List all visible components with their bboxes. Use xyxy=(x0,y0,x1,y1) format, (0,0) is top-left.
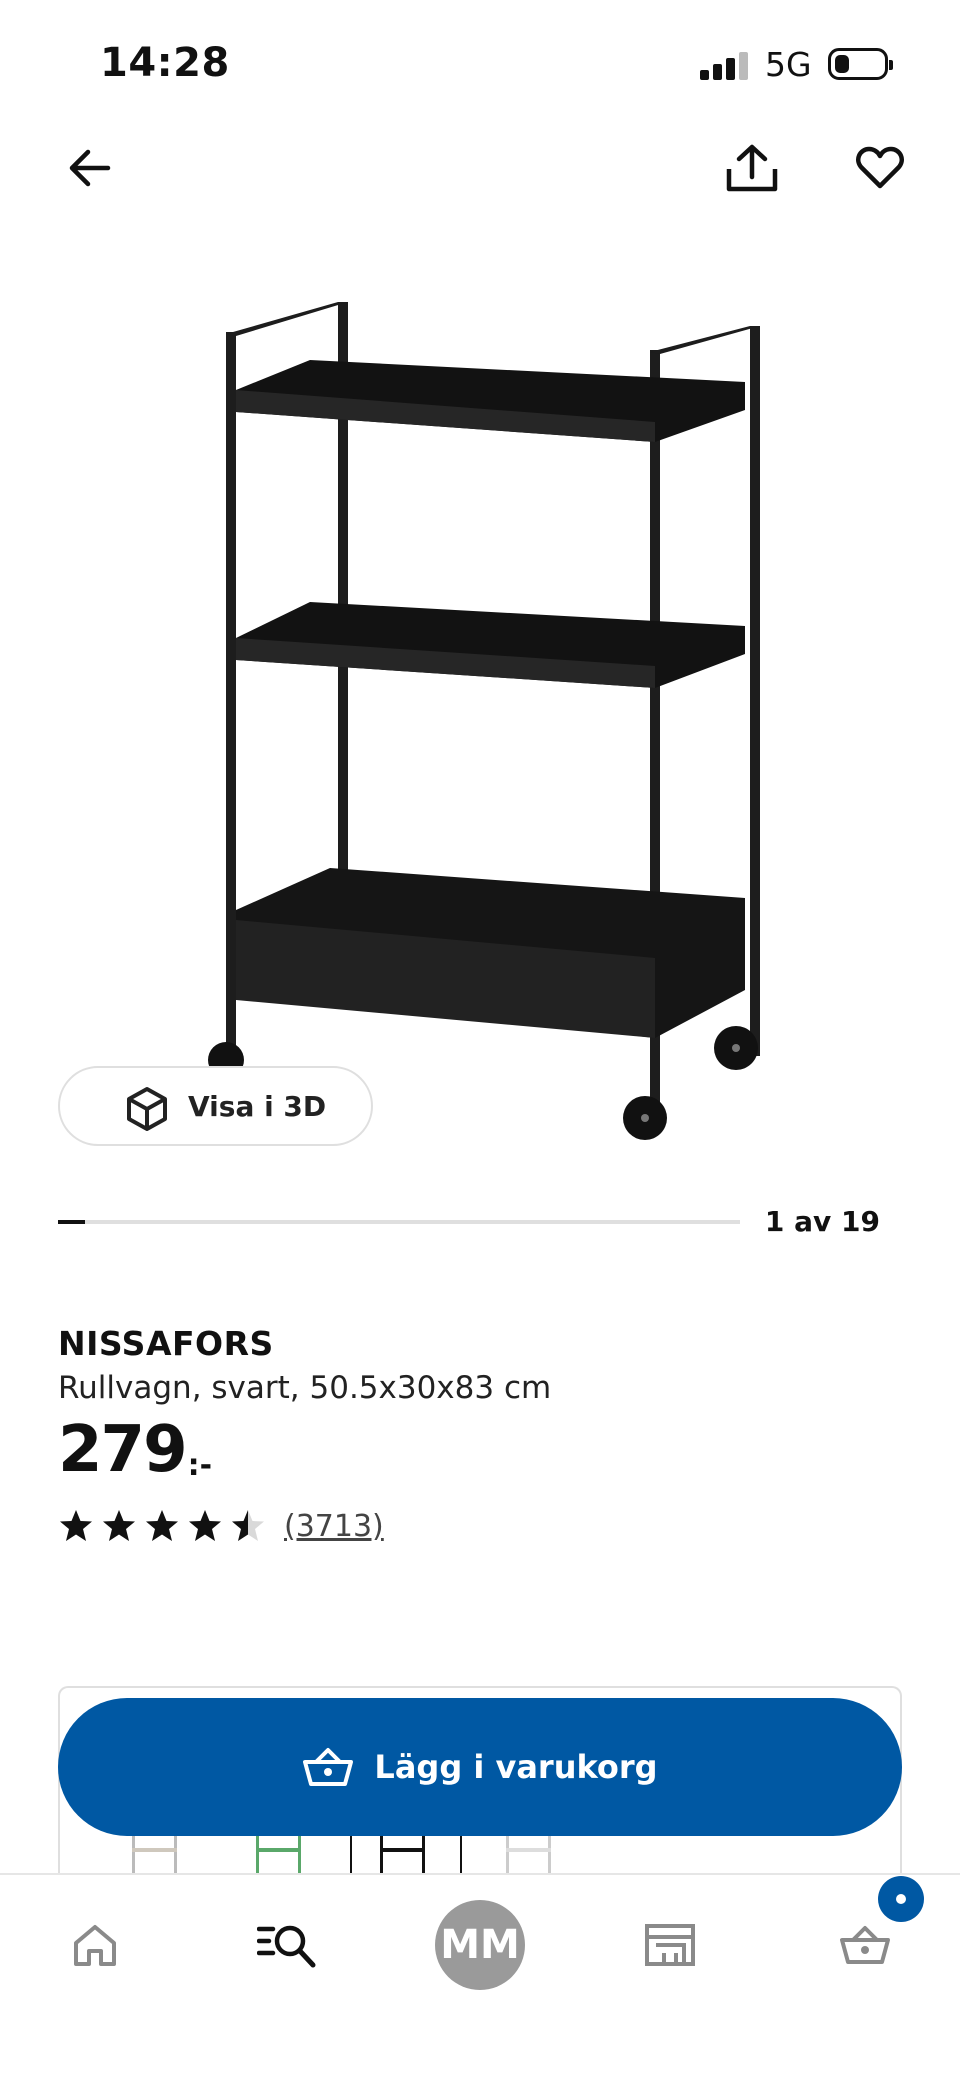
search-icon xyxy=(257,1925,316,1968)
battery-icon xyxy=(828,48,893,80)
tab-profile[interactable]: MM xyxy=(430,1895,530,1995)
cube-3d-icon xyxy=(127,1087,167,1131)
add-to-cart-label: Lägg i varukorg xyxy=(374,1748,658,1786)
basket-icon xyxy=(303,1748,354,1786)
store-icon xyxy=(645,1924,695,1966)
home-icon xyxy=(74,1925,116,1966)
product-image[interactable] xyxy=(190,290,780,1170)
gallery-position-label: 1 av 19 xyxy=(764,1205,880,1238)
favorite-button[interactable] xyxy=(848,136,912,200)
price-suffix: :- xyxy=(187,1448,213,1483)
bottom-tab-bar: MM xyxy=(0,1873,960,2078)
avatar-initials: MM xyxy=(440,1922,520,1968)
product-price: 279 :- xyxy=(58,1418,212,1483)
share-button[interactable] xyxy=(720,136,784,200)
heart-icon xyxy=(856,146,904,189)
star-icon xyxy=(146,1510,178,1541)
status-time: 14:28 xyxy=(100,40,230,86)
cart-badge-dot xyxy=(896,1894,906,1904)
network-label: 5G xyxy=(765,45,812,84)
share-icon xyxy=(726,144,778,192)
product-rating[interactable]: (3713) xyxy=(58,1508,384,1544)
view-3d-button[interactable]: Visa i 3D xyxy=(58,1066,373,1146)
tab-home[interactable] xyxy=(45,1895,145,1995)
star-icon xyxy=(103,1510,135,1541)
product-name: NISSAFORS xyxy=(58,1324,274,1363)
product-description: Rullvagn, svart, 50.5x30x83 cm xyxy=(58,1370,552,1406)
status-bar: 14:28 5G xyxy=(0,0,960,120)
view-3d-label: Visa i 3D xyxy=(188,1089,327,1123)
price-integer: 279 xyxy=(58,1413,188,1487)
rating-stars xyxy=(58,1508,266,1544)
back-button[interactable] xyxy=(58,136,122,200)
cart-badge xyxy=(878,1876,924,1922)
signal-strength-icon xyxy=(700,50,752,80)
add-to-cart-button[interactable]: Lägg i varukorg xyxy=(58,1698,902,1836)
tab-stores[interactable] xyxy=(620,1895,720,1995)
arrow-left-icon xyxy=(69,149,111,187)
star-icon xyxy=(232,1510,264,1541)
battery-level xyxy=(835,55,849,73)
star-icon xyxy=(60,1510,92,1541)
tab-search[interactable] xyxy=(237,1895,337,1995)
basket-icon xyxy=(840,1926,890,1964)
avatar: MM xyxy=(435,1900,525,1990)
star-icon xyxy=(189,1510,221,1541)
gallery-progress-fill xyxy=(58,1220,86,1224)
gallery-progress-bar xyxy=(58,1220,740,1224)
review-count-link[interactable]: (3713) xyxy=(284,1509,384,1544)
